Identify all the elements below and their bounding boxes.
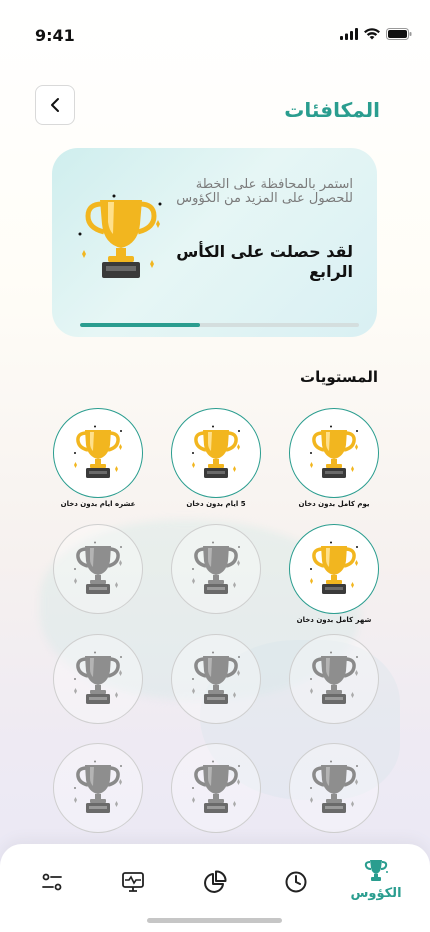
pie-chart-icon bbox=[204, 870, 227, 893]
gold-trophy-icon bbox=[78, 194, 162, 278]
grey-trophy-icon bbox=[74, 541, 122, 594]
nav-clock[interactable] bbox=[261, 858, 331, 906]
grey-trophy-icon bbox=[310, 651, 358, 704]
grey-trophy-icon bbox=[310, 760, 358, 813]
level-badge-earned bbox=[289, 408, 379, 498]
level-item[interactable] bbox=[151, 743, 281, 833]
grey-trophy-icon bbox=[192, 541, 240, 594]
grey-trophy-icon bbox=[192, 760, 240, 813]
level-badge-locked bbox=[289, 743, 379, 833]
level-item[interactable] bbox=[269, 634, 399, 724]
page-title: المكافئات bbox=[284, 98, 380, 122]
level-badge-locked bbox=[171, 743, 261, 833]
level-badge-locked bbox=[53, 634, 143, 724]
level-item[interactable] bbox=[33, 743, 163, 833]
battery-icon bbox=[386, 28, 412, 40]
level-item[interactable] bbox=[151, 524, 281, 614]
level-label: 5 ايام بدون دخان bbox=[186, 500, 246, 508]
nav-health[interactable] bbox=[98, 858, 168, 906]
nav-trophies-label: الكؤوس bbox=[350, 886, 402, 901]
level-badge-locked bbox=[53, 743, 143, 833]
level-badge-earned bbox=[53, 408, 143, 498]
level-label: شهر كامل بدون دخان bbox=[296, 616, 372, 624]
level-badge-earned bbox=[171, 408, 261, 498]
trophy-icon bbox=[364, 860, 388, 881]
level-badge-locked bbox=[289, 634, 379, 724]
level-label: يوم كامل بدون دخان bbox=[298, 500, 370, 508]
gold-trophy-icon bbox=[192, 425, 240, 478]
level-badge-earned bbox=[289, 524, 379, 614]
level-badge-locked bbox=[53, 524, 143, 614]
level-item[interactable]: عشره ايام بدون دخان bbox=[33, 408, 163, 508]
level-item[interactable] bbox=[269, 743, 399, 833]
progress-bar bbox=[80, 323, 359, 327]
levels-title: المستويات bbox=[300, 368, 378, 386]
level-item[interactable] bbox=[151, 634, 281, 724]
level-item[interactable]: شهر كامل بدون دخان bbox=[269, 524, 399, 624]
monitor-pulse-icon bbox=[122, 872, 144, 892]
nav-stats[interactable] bbox=[180, 858, 250, 906]
level-item[interactable] bbox=[33, 634, 163, 724]
gold-trophy-icon bbox=[310, 425, 358, 478]
grey-trophy-icon bbox=[74, 651, 122, 704]
signal-icon bbox=[340, 28, 358, 40]
gold-trophy-icon bbox=[74, 425, 122, 478]
achievement-subtitle: استمر بالمحافظة على الخطة للحصول على الم… bbox=[176, 177, 353, 206]
home-indicator bbox=[147, 918, 282, 923]
chevron-left-icon bbox=[51, 98, 59, 112]
sliders-icon bbox=[42, 873, 62, 891]
status-bar: 9:41 bbox=[0, 0, 430, 70]
achievement-title: لقد حصلت على الكأس الرابع bbox=[176, 242, 353, 281]
back-button[interactable] bbox=[35, 85, 75, 125]
level-item[interactable]: 5 ايام بدون دخان bbox=[151, 408, 281, 508]
nav-settings[interactable] bbox=[17, 858, 87, 906]
progress-fill bbox=[80, 323, 200, 327]
nav-trophies[interactable]: الكؤوس bbox=[341, 858, 411, 906]
status-icons bbox=[340, 28, 412, 40]
grey-trophy-icon bbox=[192, 651, 240, 704]
level-label: عشره ايام بدون دخان bbox=[60, 500, 136, 508]
level-item[interactable]: يوم كامل بدون دخان bbox=[269, 408, 399, 508]
wifi-icon bbox=[364, 28, 380, 40]
level-badge-locked bbox=[171, 524, 261, 614]
level-badge-locked bbox=[171, 634, 261, 724]
grey-trophy-icon bbox=[74, 760, 122, 813]
status-time: 9:41 bbox=[35, 26, 75, 45]
level-item[interactable] bbox=[33, 524, 163, 614]
clock-icon bbox=[285, 871, 307, 893]
achievement-card: استمر بالمحافظة على الخطة للحصول على الم… bbox=[52, 148, 377, 337]
gold-trophy-icon bbox=[310, 541, 358, 594]
